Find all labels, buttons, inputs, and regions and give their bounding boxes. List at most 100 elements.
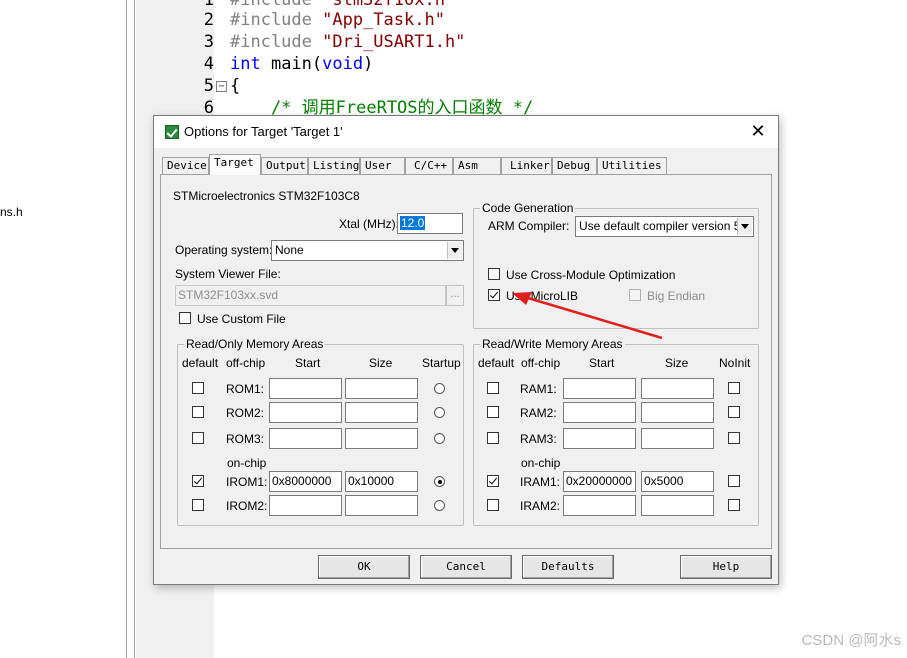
tab-c-cpp[interactable]: C/C++ <box>405 157 453 174</box>
cancel-button[interactable]: Cancel <box>420 555 512 579</box>
size-input[interactable] <box>641 428 714 449</box>
readonly-memory-group: Read/Only Memory Areas default off-chip … <box>177 337 464 526</box>
ok-button[interactable]: OK <box>318 555 410 579</box>
os-select-value: None <box>275 243 304 257</box>
code-line: #include "Dri_USART1.h" <box>230 31 465 53</box>
col-noinit: NoInit <box>719 356 751 370</box>
start-address-input[interactable] <box>563 428 636 449</box>
tab-device[interactable]: Device <box>162 157 209 174</box>
start-address-input[interactable] <box>563 495 636 516</box>
code-token: "App_Task.h" <box>322 10 445 30</box>
size-input[interactable] <box>641 402 714 423</box>
size-input[interactable] <box>345 495 418 516</box>
noinit-checkbox[interactable] <box>728 406 740 418</box>
code-token: #include <box>230 32 323 52</box>
chevron-down-icon[interactable] <box>737 218 752 235</box>
svd-label: System Viewer File: <box>175 267 281 281</box>
default-checkbox[interactable] <box>192 475 204 487</box>
default-checkbox[interactable] <box>192 382 204 394</box>
os-label: Operating system: <box>175 243 273 257</box>
size-input[interactable] <box>345 378 418 399</box>
code-token: "Dri_USART1.h" <box>322 32 466 52</box>
default-checkbox[interactable] <box>487 432 499 444</box>
col-start: Start <box>589 356 615 370</box>
help-button[interactable]: Help <box>680 555 772 579</box>
xtal-input[interactable]: 12.0 <box>397 213 463 234</box>
tab-debug[interactable]: Debug <box>552 157 597 174</box>
project-file-item[interactable]: ns.h <box>0 205 23 219</box>
microlib-checkbox[interactable] <box>488 289 500 301</box>
size-input[interactable]: 0x10000 <box>345 471 418 492</box>
start-address-input[interactable] <box>269 495 342 516</box>
big-endian-checkbox <box>629 289 641 301</box>
code-generation-title: Code Generation <box>480 201 576 215</box>
startup-radio[interactable] <box>434 500 445 511</box>
tab-user[interactable]: User <box>360 157 405 174</box>
startup-radio[interactable] <box>434 407 445 418</box>
use-custom-file-checkbox[interactable] <box>179 312 191 324</box>
noinit-checkbox[interactable] <box>728 432 740 444</box>
startup-radio[interactable] <box>434 476 445 487</box>
dialog-titlebar[interactable]: Options for Target 'Target 1' ✕ <box>154 116 778 148</box>
panel-divider <box>134 0 135 658</box>
microlib-label: Use MicroLIB <box>506 289 579 303</box>
col-size: Size <box>665 356 689 370</box>
area-label: ROM1: <box>226 382 265 396</box>
fold-toggle-icon[interactable]: − <box>216 81 227 92</box>
code-token: { <box>230 76 241 96</box>
default-checkbox[interactable] <box>487 499 499 511</box>
xtal-label: Xtal (MHz): <box>339 217 399 231</box>
arm-compiler-select[interactable]: Use default compiler version 5 <box>575 216 754 237</box>
code-generation-group: Code Generation ARM Compiler: Use defaul… <box>473 201 759 329</box>
start-address-input[interactable] <box>563 402 636 423</box>
default-checkbox[interactable] <box>487 406 499 418</box>
tab-linker[interactable]: Linker <box>501 157 552 174</box>
tab-utilities[interactable]: Utilities <box>597 157 667 174</box>
col-size: Size <box>369 356 393 370</box>
startup-radio[interactable] <box>434 383 445 394</box>
tab-output[interactable]: Output <box>261 157 308 174</box>
noinit-checkbox[interactable] <box>728 382 740 394</box>
col-default: default <box>478 356 515 370</box>
code-token: main( <box>270 54 323 74</box>
tab-target[interactable]: Target <box>209 154 261 175</box>
noinit-checkbox[interactable] <box>728 499 740 511</box>
readonly-memory-title: Read/Only Memory Areas <box>184 337 326 351</box>
size-input[interactable] <box>641 495 714 516</box>
readwrite-memory-title: Read/Write Memory Areas <box>480 337 625 351</box>
area-label: ROM2: <box>226 406 265 420</box>
tab-listing[interactable]: Listing <box>308 157 360 174</box>
size-input[interactable] <box>345 402 418 423</box>
size-input[interactable]: 0x5000 <box>641 471 714 492</box>
noinit-checkbox[interactable] <box>728 475 740 487</box>
use-custom-file-label: Use Custom File <box>197 312 286 326</box>
start-address-input[interactable] <box>269 428 342 449</box>
cross-module-label: Use Cross-Module Optimization <box>506 268 676 282</box>
default-checkbox[interactable] <box>192 432 204 444</box>
os-select[interactable]: None <box>271 240 464 261</box>
start-address-input[interactable]: 0x20000000 <box>563 471 636 492</box>
start-address-input[interactable]: 0x8000000 <box>269 471 342 492</box>
col-offchip: off-chip <box>521 356 561 370</box>
svd-browse-button: ... <box>446 285 464 306</box>
size-input[interactable] <box>641 378 714 399</box>
size-input[interactable] <box>345 428 418 449</box>
start-address-input[interactable] <box>269 402 342 423</box>
arm-compiler-value: Use default compiler version 5 <box>579 219 741 233</box>
area-label: IRAM2: <box>520 499 561 513</box>
default-checkbox[interactable] <box>487 382 499 394</box>
col-startup: Startup <box>422 356 461 370</box>
close-icon[interactable]: ✕ <box>747 120 769 142</box>
default-checkbox[interactable] <box>487 475 499 487</box>
start-address-input[interactable] <box>563 378 636 399</box>
startup-radio[interactable] <box>434 433 445 444</box>
big-endian-label: Big Endian <box>647 289 706 303</box>
tab-asm[interactable]: Asm <box>453 157 501 174</box>
default-checkbox[interactable] <box>192 499 204 511</box>
default-checkbox[interactable] <box>192 406 204 418</box>
cross-module-checkbox[interactable] <box>488 268 500 280</box>
defaults-button[interactable]: Defaults <box>522 555 614 579</box>
start-address-input[interactable] <box>269 378 342 399</box>
chevron-down-icon[interactable] <box>447 242 462 259</box>
device-name: STMicroelectronics STM32F103C8 <box>173 189 360 203</box>
